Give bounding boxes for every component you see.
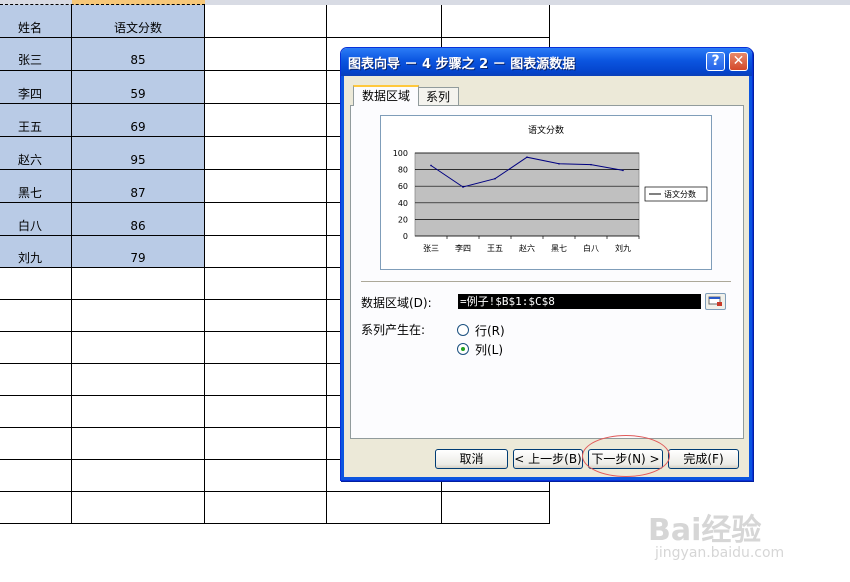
highlight-circle bbox=[582, 435, 670, 477]
y-tick-label: 40 bbox=[398, 199, 408, 208]
cell-score[interactable]: 86 bbox=[72, 210, 204, 243]
chart-wizard-dialog: 图表向导 － 4 步骤之 2 － 图表源数据 ? ✕ 系列 数据区域 语文分数 0… bbox=[340, 47, 753, 481]
x-tick-label: 白八 bbox=[583, 243, 599, 253]
radio-rows[interactable] bbox=[457, 324, 469, 336]
chart-title: 语文分数 bbox=[528, 124, 564, 136]
data-point bbox=[526, 156, 528, 158]
cell-name[interactable]: 白八 bbox=[2, 210, 62, 243]
gridline bbox=[0, 491, 550, 492]
series-in-label: 系列产生在: bbox=[361, 323, 426, 337]
header-cell-name[interactable]: 姓名 bbox=[2, 12, 62, 45]
dialog-title: 图表向导 － 4 步骤之 2 － 图表源数据 bbox=[348, 57, 576, 72]
column-header-d[interactable] bbox=[327, 0, 443, 5]
cell-score[interactable]: 59 bbox=[72, 78, 204, 111]
cell-name[interactable]: 刘九 bbox=[2, 242, 62, 275]
close-icon[interactable]: ✕ bbox=[729, 52, 748, 71]
collapse-dialog-button[interactable] bbox=[705, 293, 726, 310]
data-range-input[interactable]: =例子!$B$1:$C$8 bbox=[458, 294, 701, 309]
legend-label: 语文分数 bbox=[664, 189, 696, 199]
radio-columns-label[interactable]: 列(L) bbox=[475, 341, 503, 358]
radio-columns[interactable] bbox=[457, 343, 469, 355]
range-select-icon bbox=[708, 296, 722, 306]
cancel-button[interactable]: 取消 bbox=[435, 449, 508, 469]
x-tick-label: 赵六 bbox=[519, 243, 535, 253]
chart-preview: 语文分数 0 20 40 60 80 100 张三 李四 王五 赵六 黑七 白八 刘九 语文分数 bbox=[380, 115, 712, 270]
finish-button[interactable]: 完成(F) bbox=[668, 449, 739, 469]
dialog-frame bbox=[341, 477, 752, 480]
gridline bbox=[326, 5, 327, 523]
radio-selected-dot bbox=[461, 347, 465, 351]
help-icon[interactable]: ? bbox=[706, 52, 725, 71]
cell-name[interactable]: 王五 bbox=[2, 111, 62, 144]
x-tick-label: 李四 bbox=[455, 243, 471, 253]
gridline bbox=[0, 523, 550, 524]
column-header-e[interactable] bbox=[442, 0, 551, 5]
y-tick-label: 80 bbox=[398, 166, 408, 175]
cell-score[interactable]: 87 bbox=[72, 177, 204, 210]
cell-name[interactable]: 黑七 bbox=[2, 177, 62, 210]
divider bbox=[361, 281, 731, 282]
x-tick-label: 刘九 bbox=[615, 243, 631, 253]
cell-score[interactable]: 79 bbox=[72, 242, 204, 275]
data-point bbox=[430, 164, 432, 167]
dialog-titlebar[interactable]: 图表向导 － 4 步骤之 2 － 图表源数据 ? ✕ bbox=[341, 48, 752, 76]
cell-name[interactable]: 李四 bbox=[2, 78, 62, 111]
tab-data-range[interactable]: 数据区域 bbox=[353, 85, 420, 106]
cell-name[interactable]: 张三 bbox=[2, 44, 62, 77]
data-point bbox=[558, 162, 560, 165]
tab-panel: 语文分数 0 20 40 60 80 100 张三 李四 王五 赵六 黑七 白八 刘九 语文分数 数据区域(… bbox=[350, 105, 744, 439]
cell-score[interactable]: 95 bbox=[72, 144, 204, 177]
y-tick-label: 20 bbox=[398, 215, 408, 224]
back-button[interactable]: < 上一步(B) bbox=[513, 449, 583, 469]
y-tick-label: 100 bbox=[393, 149, 408, 158]
x-tick-label: 王五 bbox=[487, 244, 503, 253]
header-cell-score[interactable]: 语文分数 bbox=[72, 12, 204, 45]
x-tick-label: 张三 bbox=[423, 244, 439, 253]
data-point bbox=[622, 169, 624, 172]
column-header-rest[interactable] bbox=[550, 0, 850, 5]
dialog-frame bbox=[749, 76, 752, 480]
cell-name[interactable]: 赵六 bbox=[2, 144, 62, 177]
y-tick-label: 0 bbox=[403, 232, 408, 241]
data-point bbox=[494, 177, 496, 180]
watermark-logo: Bai经验 bbox=[648, 513, 762, 548]
plot-area bbox=[414, 152, 640, 237]
y-tick-label: 60 bbox=[398, 182, 408, 191]
dialog-frame bbox=[341, 76, 344, 480]
data-point bbox=[462, 186, 464, 188]
tab-series[interactable]: 系列 bbox=[417, 87, 460, 106]
cell-score[interactable]: 85 bbox=[72, 44, 204, 77]
data-range-label: 数据区域(D): bbox=[361, 296, 432, 310]
cell-score[interactable]: 69 bbox=[72, 111, 204, 144]
radio-rows-label[interactable]: 行(R) bbox=[475, 322, 505, 339]
watermark-url: jingyan.baidu.com bbox=[655, 545, 785, 561]
x-tick-label: 黑七 bbox=[551, 244, 567, 253]
chart-svg: 语文分数 0 20 40 60 80 100 张三 李四 王五 赵六 黑七 白八 刘九 语文分数 bbox=[393, 124, 708, 253]
data-point bbox=[590, 163, 592, 166]
column-header-c[interactable] bbox=[205, 0, 328, 5]
